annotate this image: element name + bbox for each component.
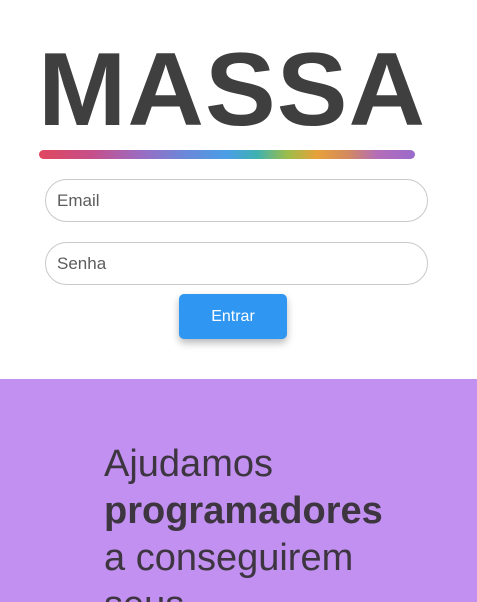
- hero-line-2: programadores: [104, 490, 383, 532]
- password-field[interactable]: [45, 242, 428, 285]
- hero-headline: Ajudamos programadores a conseguirem seu…: [104, 441, 464, 602]
- hero-line-1: Ajudamos: [104, 443, 273, 485]
- massa-logo: MASSA: [38, 32, 427, 148]
- logo-gradient-bar: [39, 150, 415, 159]
- hero-line-4: seus: [104, 582, 464, 602]
- hero-line-3: a conseguirem: [104, 537, 354, 579]
- login-button[interactable]: Entrar: [179, 294, 287, 339]
- login-section: MASSA Entrar: [0, 0, 477, 379]
- hero-section: Ajudamos programadores a conseguirem seu…: [0, 379, 477, 602]
- email-field[interactable]: [45, 179, 428, 222]
